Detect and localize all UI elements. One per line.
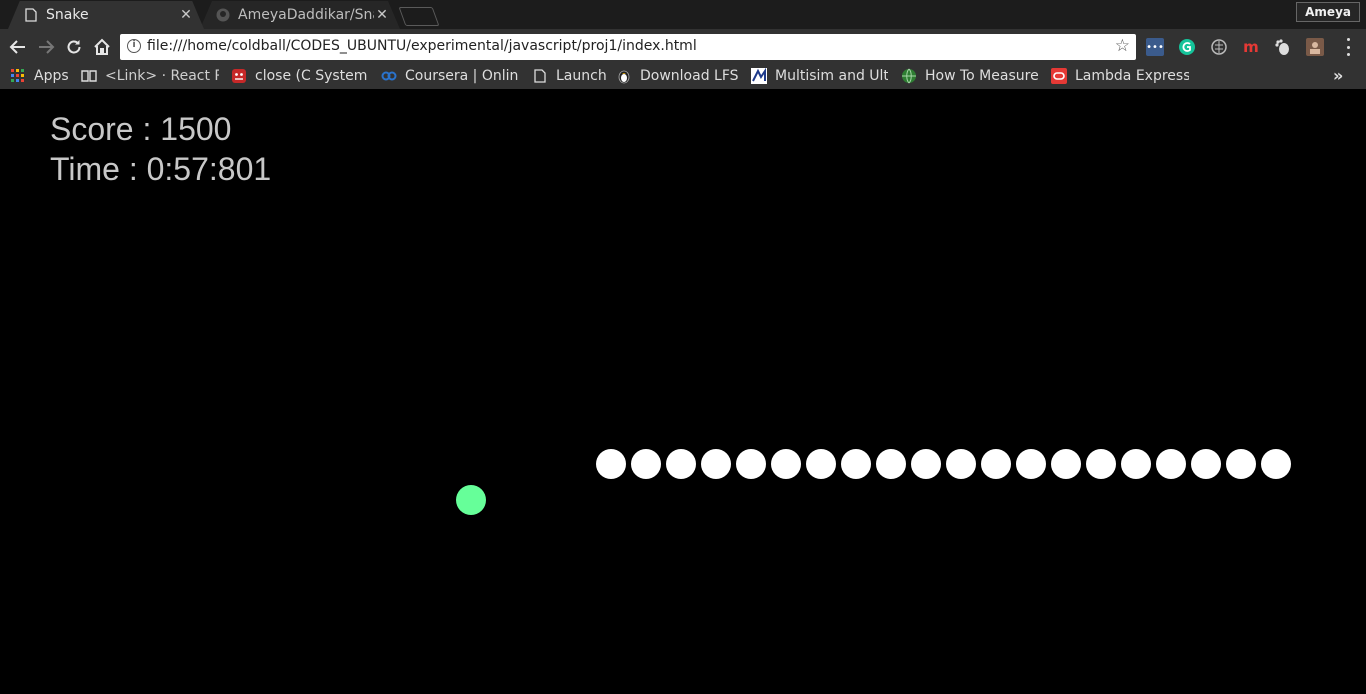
snake-segment xyxy=(701,449,731,479)
coursera-icon xyxy=(381,68,397,84)
forward-arrow-icon[interactable] xyxy=(35,36,57,58)
close-tab-icon[interactable]: ✕ xyxy=(178,7,194,23)
book-icon xyxy=(81,68,97,84)
tab-strip: AmeyaDaddikar/Snake ✕ Snake ✕ Ameya xyxy=(0,0,1366,29)
reload-icon[interactable] xyxy=(63,36,85,58)
brain-icon[interactable] xyxy=(1210,38,1228,56)
tab-title: Snake xyxy=(46,7,89,23)
bookmark-lambda-expressions[interactable]: Lambda Expressions xyxy=(1051,65,1189,87)
red-bug-icon xyxy=(231,68,247,84)
profile-button[interactable]: Ameya xyxy=(1296,2,1360,22)
bookmark-download-lfs[interactable]: Download LFS xyxy=(616,65,742,87)
close-tab-icon[interactable]: ✕ xyxy=(374,7,390,23)
snake-segment xyxy=(631,449,661,479)
game-canvas[interactable]: Score : 1500 Time : 0:57:801 xyxy=(0,91,1366,694)
url-text: file:///home/coldball/CODES_UBUNTU/exper… xyxy=(147,38,697,54)
snake-segment xyxy=(1261,449,1291,479)
bookmark-label: close (C System Call) xyxy=(255,68,368,84)
home-icon[interactable] xyxy=(91,36,113,58)
bookmark-how-to-measure[interactable]: How To Measure xyxy=(901,65,1039,87)
oracle-icon xyxy=(1051,68,1067,84)
snake-segment xyxy=(911,449,941,479)
bookmark-label: Launch xyxy=(556,68,606,84)
bookmark-label: How To Measure xyxy=(925,68,1039,84)
bookmark-label: Apps xyxy=(34,68,69,84)
new-tab-button[interactable] xyxy=(398,7,440,26)
snake-segment xyxy=(981,449,1011,479)
user-avatar-icon[interactable] xyxy=(1306,38,1324,56)
time-display: Time : 0:57:801 xyxy=(50,151,272,187)
snake-segment xyxy=(876,449,906,479)
gnome-foot-icon[interactable] xyxy=(1274,38,1292,56)
bookmark-close-syscall[interactable]: close (C System Call) xyxy=(231,65,368,87)
github-icon xyxy=(216,8,230,22)
bookmark-react-router[interactable]: <Link> · React Router xyxy=(81,65,219,87)
bookmark-multisim[interactable]: Multisim and Ultiboard xyxy=(751,65,888,87)
tab-github[interactable]: AmeyaDaddikar/Snake ✕ xyxy=(200,1,400,29)
bookmarks-overflow-icon[interactable]: » xyxy=(1333,66,1343,85)
page-icon xyxy=(24,8,38,22)
snake-segment xyxy=(596,449,626,479)
address-bar[interactable]: i file:///home/coldball/CODES_UBUNTU/exp… xyxy=(120,34,1136,60)
extension-dots-icon[interactable]: ••• xyxy=(1146,38,1164,56)
bookmark-label: Download LFS xyxy=(640,68,739,84)
snake-segment xyxy=(1191,449,1221,479)
bookmark-coursera[interactable]: Coursera | Online Courses xyxy=(381,65,519,87)
menu-icon[interactable] xyxy=(1344,38,1352,56)
bookmark-label: Lambda Expressions xyxy=(1075,68,1189,84)
bookmark-label: Coursera | Online Courses xyxy=(405,68,519,84)
bookmark-launch[interactable]: Launch xyxy=(532,65,606,87)
snake-segment xyxy=(1121,449,1151,479)
tab-title: AmeyaDaddikar/Snake xyxy=(238,7,374,23)
snake-segment xyxy=(1016,449,1046,479)
snake-segment xyxy=(1226,449,1256,479)
bookmark-label: <Link> · React Router xyxy=(105,68,219,84)
toolbar: i file:///home/coldball/CODES_UBUNTU/exp… xyxy=(0,29,1366,65)
penguin-icon xyxy=(616,68,632,84)
apps-grid-icon xyxy=(10,68,26,84)
score-display: Score : 1500 xyxy=(50,111,232,147)
back-arrow-icon[interactable] xyxy=(7,36,29,58)
snake-segment xyxy=(736,449,766,479)
ni-icon xyxy=(751,68,767,84)
food-pellet xyxy=(456,485,486,515)
bookmark-label: Multisim and Ultiboard xyxy=(775,68,888,84)
info-icon[interactable]: i xyxy=(127,39,141,53)
snake-segment xyxy=(1086,449,1116,479)
snake-segment xyxy=(806,449,836,479)
grammarly-icon[interactable] xyxy=(1178,38,1196,56)
tab-snake[interactable]: Snake ✕ xyxy=(8,1,204,29)
bookmarks-bar: Apps <Link> · React Router close (C Syst… xyxy=(0,65,1366,89)
snake-segment xyxy=(946,449,976,479)
globe-icon xyxy=(901,68,917,84)
m-extension-icon[interactable]: m xyxy=(1242,38,1260,56)
snake-segment xyxy=(1156,449,1186,479)
snake-segment xyxy=(666,449,696,479)
snake-segment xyxy=(771,449,801,479)
bookmark-apps[interactable]: Apps xyxy=(10,65,72,87)
bookmark-star-icon[interactable]: ☆ xyxy=(1115,36,1130,56)
snake-segment xyxy=(841,449,871,479)
snake-segment xyxy=(1051,449,1081,479)
page-icon xyxy=(532,68,548,84)
